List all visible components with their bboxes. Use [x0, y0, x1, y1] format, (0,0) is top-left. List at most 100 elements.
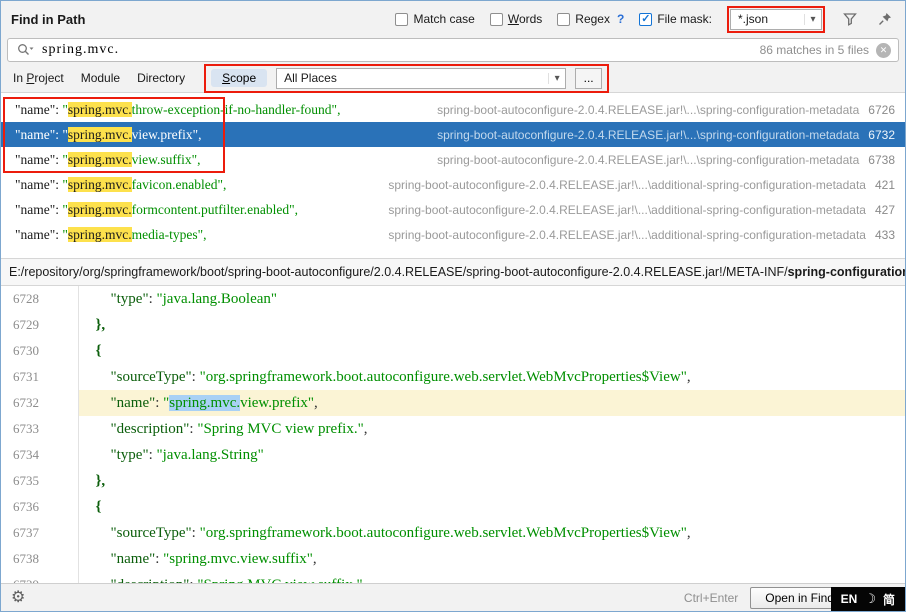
code-text: "name": "spring.mvc.view.prefix",	[79, 390, 905, 416]
file-path-text: E:/repository/org/springframework/boot/s…	[9, 265, 788, 279]
editor-line: 6734 "type": "java.lang.String"	[1, 442, 905, 468]
code-text: "sourceType": "org.springframework.boot.…	[79, 520, 905, 546]
file-mask-value: *.json	[731, 12, 804, 26]
scope-value: All Places	[277, 71, 548, 85]
code-text: "sourceType": "org.springframework.boot.…	[79, 364, 905, 390]
result-location: spring-boot-autoconfigure-2.0.4.RELEASE.…	[388, 178, 895, 192]
search-field[interactable]: spring.mvc. 86 matches in 5 files ✕	[7, 38, 899, 62]
words-option[interactable]: Words	[490, 12, 542, 26]
regex-checkbox[interactable]	[557, 13, 570, 26]
result-file-path: spring-boot-autoconfigure-2.0.4.RELEASE.…	[437, 128, 859, 142]
ime-indicator[interactable]: EN ☽ 简	[831, 587, 905, 611]
result-code: "name": "spring.mvc.view.suffix",	[15, 152, 201, 168]
editor-line: 6736 {	[1, 494, 905, 520]
file-path-bar: E:/repository/org/springframework/boot/s…	[1, 259, 905, 286]
words-checkbox[interactable]	[490, 13, 503, 26]
result-line-number: 6726	[868, 103, 895, 117]
match-highlight: spring.mvc.	[68, 177, 132, 192]
file-mask-option[interactable]: ✓ File mask:	[639, 12, 712, 26]
line-number: 6730	[1, 338, 79, 364]
status-bar: ⚙ Ctrl+Enter Open in Find Window EN ☽ 简	[1, 583, 905, 611]
line-number: 6733	[1, 416, 79, 442]
result-row[interactable]: "name": "spring.mvc.view.suffix", spring-…	[1, 147, 905, 172]
result-row[interactable]: "name": "spring.mvc.favicon.enabled",spr…	[1, 172, 905, 197]
scope-select[interactable]: All Places ▾	[276, 68, 566, 89]
result-line-number: 433	[875, 228, 895, 242]
result-location: spring-boot-autoconfigure-2.0.4.RELEASE.…	[388, 228, 895, 242]
scope-tab-module[interactable]: Module	[81, 71, 120, 85]
scope-tab-directory[interactable]: Directory	[137, 71, 185, 85]
results-list: "name": "spring.mvc.throw-exception-if-n…	[1, 93, 905, 259]
file-mask-select[interactable]: *.json ▾	[730, 9, 822, 30]
code-text: {	[79, 494, 905, 520]
line-number: 6729	[1, 312, 79, 338]
line-number: 6734	[1, 442, 79, 468]
scope-bar: In Project Module Directory Scope All Pl…	[1, 64, 905, 93]
result-line-number: 6738	[868, 153, 895, 167]
editor-line: 6738 "name": "spring.mvc.view.suffix",	[1, 546, 905, 572]
editor-line: 6729 },	[1, 312, 905, 338]
file-mask-checkbox[interactable]: ✓	[639, 13, 652, 26]
result-code: "name": "spring.mvc.view.prefix",	[15, 127, 202, 143]
editor-line: 6731 "sourceType": "org.springframework.…	[1, 364, 905, 390]
annotation-box-file-mask: *.json ▾	[727, 6, 825, 33]
result-row[interactable]: "name": "spring.mvc.view.prefix", spring-…	[1, 122, 905, 147]
search-input[interactable]: spring.mvc.	[42, 42, 119, 58]
search-icon[interactable]	[15, 40, 35, 60]
editor-line: 6728 "type": "java.lang.Boolean"	[1, 286, 905, 312]
code-text: {	[79, 338, 905, 364]
words-label: Words	[508, 12, 542, 26]
result-line-number: 6732	[868, 128, 895, 142]
result-row[interactable]: "name": "spring.mvc.formcontent.putfilte…	[1, 197, 905, 222]
result-file-path: spring-boot-autoconfigure-2.0.4.RELEASE.…	[437, 153, 859, 167]
editor-preview[interactable]: 6728 "type": "java.lang.Boolean"6729 },6…	[1, 286, 905, 583]
shortcut-hint: Ctrl+Enter	[684, 591, 738, 605]
result-code: "name": "spring.mvc.throw-exception-if-n…	[15, 102, 340, 118]
line-number: 6732	[1, 390, 79, 416]
result-row[interactable]: "name": "spring.mvc.throw-exception-if-n…	[1, 97, 905, 122]
line-number: 6737	[1, 520, 79, 546]
code-text: "name": "spring.mvc.view.suffix",	[79, 546, 905, 572]
result-line-number: 427	[875, 203, 895, 217]
find-in-path-dialog: Find in Path Match case Words Regex ? ✓ …	[0, 0, 906, 612]
result-line-number: 421	[875, 178, 895, 192]
match-highlight: spring.mvc.	[68, 152, 132, 167]
code-text: },	[79, 312, 905, 338]
scope-tab-scope[interactable]: Scope	[211, 69, 267, 87]
match-case-option[interactable]: Match case	[395, 12, 474, 26]
code-text: "description": "Spring MVC view suffix."…	[79, 572, 905, 583]
result-location: spring-boot-autoconfigure-2.0.4.RELEASE.…	[437, 103, 895, 117]
match-count: 86 matches in 5 files	[760, 43, 869, 57]
line-number: 6731	[1, 364, 79, 390]
result-file-path: spring-boot-autoconfigure-2.0.4.RELEASE.…	[388, 178, 866, 192]
annotation-box-scope: Scope All Places ▾ ...	[204, 64, 609, 93]
result-code: "name": "spring.mvc.formcontent.putfilte…	[15, 202, 298, 218]
match-case-label: Match case	[413, 12, 474, 26]
match-case-checkbox[interactable]	[395, 13, 408, 26]
regex-help-link[interactable]: ?	[617, 12, 624, 26]
result-location: spring-boot-autoconfigure-2.0.4.RELEASE.…	[388, 203, 895, 217]
clear-search-icon[interactable]: ✕	[876, 43, 891, 58]
file-mask-label: File mask:	[657, 12, 712, 26]
line-number: 6728	[1, 286, 79, 312]
result-row[interactable]: "name": "spring.mvc.media-types", spring-…	[1, 222, 905, 247]
result-code: "name": "spring.mvc.favicon.enabled",	[15, 177, 226, 193]
file-name-bold: spring-configuration-metada	[788, 265, 905, 279]
filter-icon[interactable]	[840, 9, 860, 29]
gear-icon[interactable]: ⚙	[11, 590, 25, 606]
result-code: "name": "spring.mvc.media-types",	[15, 227, 207, 243]
code-text: "description": "Spring MVC view prefix."…	[79, 416, 905, 442]
scope-tab-in-project[interactable]: In Project	[13, 71, 64, 85]
result-location: spring-boot-autoconfigure-2.0.4.RELEASE.…	[437, 128, 895, 142]
more-scopes-button[interactable]: ...	[575, 68, 602, 89]
result-file-path: spring-boot-autoconfigure-2.0.4.RELEASE.…	[388, 228, 866, 242]
dialog-title: Find in Path	[11, 12, 85, 27]
editor-line: 6732 "name": "spring.mvc.view.prefix",	[1, 390, 905, 416]
pin-icon[interactable]	[875, 9, 895, 29]
regex-option[interactable]: Regex ?	[557, 12, 624, 26]
editor-line: 6737 "sourceType": "org.springframework.…	[1, 520, 905, 546]
match-highlight: spring.mvc.	[68, 202, 132, 217]
match-highlight: spring.mvc.	[68, 127, 132, 142]
match-highlight: spring.mvc.	[68, 102, 132, 117]
code-text: },	[79, 468, 905, 494]
